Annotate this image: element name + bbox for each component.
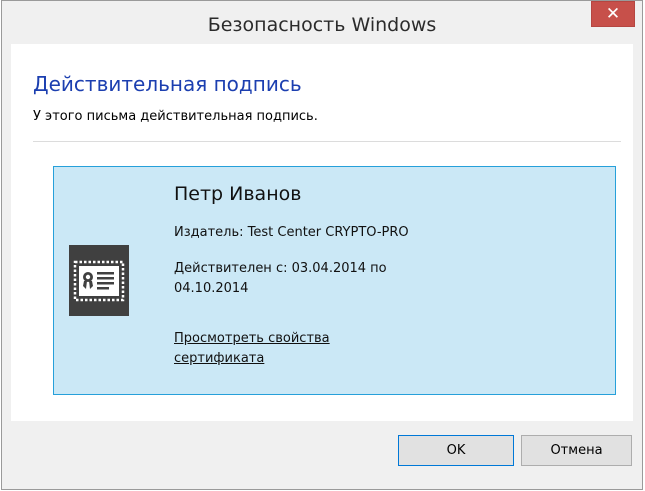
signature-description: У этого письма действительная подпись. xyxy=(33,109,318,124)
view-certificate-link[interactable]: Просмотреть свойства сертификата xyxy=(174,329,394,369)
close-button[interactable]: ✕ xyxy=(591,1,635,27)
button-bar: OK Отмена xyxy=(2,421,642,489)
certificate-panel: Петр Иванов Издатель: Test Center CRYPTO… xyxy=(53,166,616,395)
title-bar[interactable]: Безопасность Windows ✕ xyxy=(2,1,642,43)
separator xyxy=(33,141,621,142)
certificate-validity: Действителен с: 03.04.2014 по 04.10.2014 xyxy=(174,261,387,296)
ok-button[interactable]: OK xyxy=(398,435,514,466)
close-icon: ✕ xyxy=(605,4,621,24)
signature-heading: Действительная подпись xyxy=(33,72,302,96)
dialog-content: Действительная подпись У этого письма де… xyxy=(11,44,633,421)
cancel-button[interactable]: Отмена xyxy=(521,435,632,466)
window-title: Безопасность Windows xyxy=(207,14,437,36)
certificate-owner: Петр Иванов xyxy=(174,183,302,205)
certificate-issuer: Издатель: Test Center CRYPTO-PRO xyxy=(174,225,409,240)
certificate-icon xyxy=(69,245,129,316)
security-dialog: Безопасность Windows ✕ Действительная по… xyxy=(1,0,643,490)
